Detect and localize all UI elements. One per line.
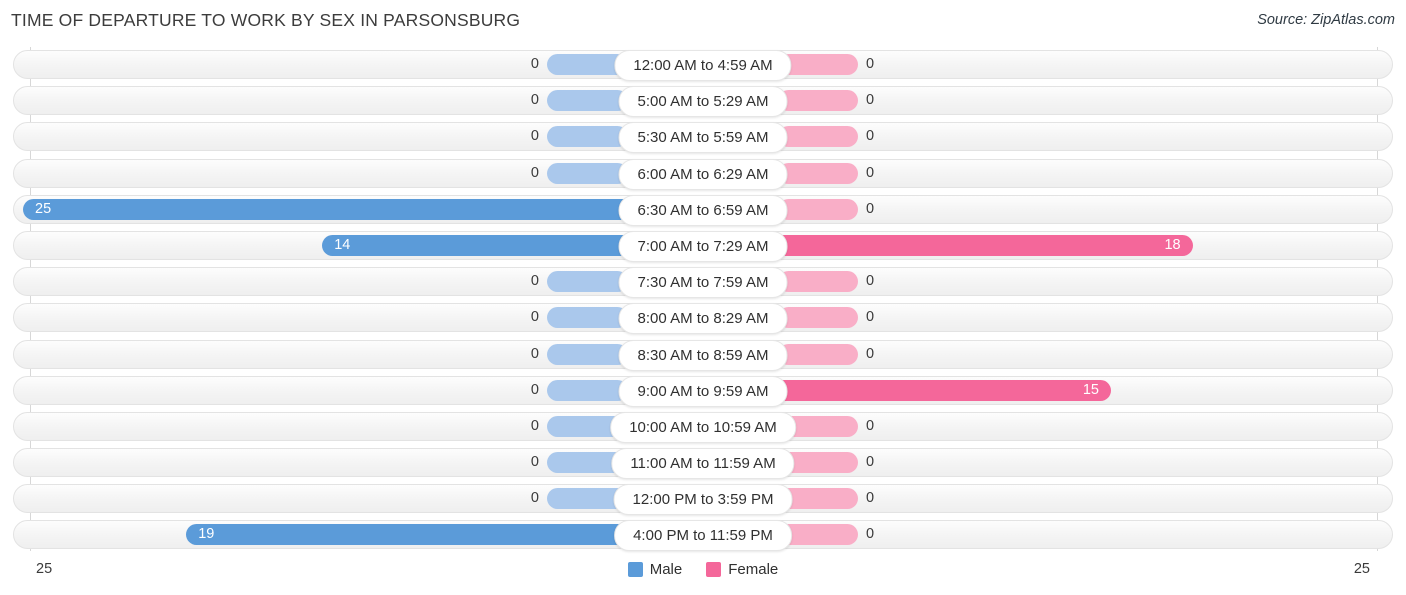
chart-row: 0 0 12:00 AM to 4:59 AM (0, 47, 1406, 83)
legend-item-male[interactable]: Male (627, 561, 683, 578)
bar-value-male: 0 (530, 381, 539, 398)
bar-male[interactable] (547, 343, 628, 365)
chart-row: 0 0 5:00 AM to 5:29 AM (0, 83, 1406, 119)
chart-row: 0 0 12:00 PM to 3:59 PM (0, 481, 1406, 517)
legend-label-male: Male (649, 561, 683, 578)
bar-male[interactable] (547, 90, 628, 112)
bar-value-female: 0 (866, 417, 875, 434)
bar-female[interactable] (778, 126, 858, 148)
bar-value-male: 0 (530, 128, 539, 145)
category-label: 9:00 AM to 9:59 AM (618, 375, 788, 407)
bar-male[interactable] (547, 379, 628, 401)
bar-female[interactable] (778, 271, 858, 293)
legend-label-female: Female (728, 561, 779, 578)
legend-item-female[interactable]: Female (706, 561, 778, 578)
bar-value-female: 0 (866, 454, 875, 471)
bar-value-female: 0 (866, 309, 875, 326)
bar-value-female: 0 (866, 273, 875, 290)
bar-value-male: 0 (530, 417, 539, 434)
category-label: 6:30 AM to 6:59 AM (618, 194, 788, 226)
category-label: 7:00 AM to 7:29 AM (618, 230, 788, 262)
category-label: 12:00 PM to 3:59 PM (613, 484, 793, 516)
bar-value-female: 15 (1082, 381, 1099, 398)
chart-header: TIME OF DEPARTURE TO WORK BY SEX IN PARS… (0, 0, 1406, 44)
bar-male[interactable] (547, 271, 628, 293)
bar-value-male: 0 (530, 92, 539, 109)
chart-row: 0 0 8:30 AM to 8:59 AM (0, 337, 1406, 373)
bar-value-female: 0 (866, 92, 875, 109)
legend-swatch-female-icon (706, 562, 722, 577)
chart-row: 25 0 6:30 AM to 6:59 AM (0, 192, 1406, 228)
bar-value-male: 0 (530, 345, 539, 362)
bar-value-female: 0 (866, 200, 875, 217)
category-label: 5:30 AM to 5:59 AM (618, 122, 788, 154)
bar-male[interactable] (23, 198, 703, 220)
chart-row: 0 0 6:00 AM to 6:29 AM (0, 156, 1406, 192)
legend-swatch-male-icon (627, 562, 643, 577)
bar-male[interactable] (547, 126, 628, 148)
bar-value-male: 25 (35, 200, 52, 217)
bar-value-male: 0 (530, 454, 539, 471)
bar-value-male: 19 (198, 526, 215, 543)
bar-male[interactable] (547, 162, 628, 184)
bar-value-male: 0 (530, 56, 539, 72)
chart-row: 14 18 7:00 AM to 7:29 AM (0, 228, 1406, 264)
bar-value-male: 14 (334, 236, 351, 253)
category-label: 8:30 AM to 8:59 AM (618, 339, 788, 371)
bar-value-male: 0 (530, 273, 539, 290)
category-label: 10:00 AM to 10:59 AM (610, 411, 796, 443)
chart-row: 0 15 9:00 AM to 9:59 AM (0, 373, 1406, 409)
bar-value-female: 0 (866, 56, 875, 72)
bar-value-male: 0 (530, 490, 539, 507)
bar-female[interactable] (778, 162, 858, 184)
category-label: 7:30 AM to 7:59 AM (618, 267, 788, 299)
bar-value-female: 18 (1164, 236, 1181, 253)
source-attribution: Source: ZipAtlas.com (1257, 12, 1395, 28)
category-label: 12:00 AM to 4:59 AM (614, 50, 792, 81)
bar-value-male: 0 (530, 309, 539, 326)
category-label: 8:00 AM to 8:29 AM (618, 303, 788, 335)
category-label: 6:00 AM to 6:29 AM (618, 158, 788, 190)
page-title: TIME OF DEPARTURE TO WORK BY SEX IN PARS… (11, 10, 521, 30)
bar-value-female: 0 (866, 128, 875, 145)
chart-rows: 0 0 12:00 AM to 4:59 AM 0 0 5:00 AM to 5:29 A… (0, 47, 1406, 554)
chart-row: 0 0 7:30 AM to 7:59 AM (0, 264, 1406, 300)
chart-row: 0 0 5:30 AM to 5:59 AM (0, 119, 1406, 155)
chart-row: 19 0 4:00 PM to 11:59 PM (0, 517, 1406, 553)
bar-male[interactable] (547, 307, 628, 329)
bar-value-female: 0 (866, 345, 875, 362)
chart-row: 0 0 10:00 AM to 10:59 AM (0, 409, 1406, 445)
category-label: 4:00 PM to 11:59 PM (614, 520, 792, 552)
bar-female[interactable] (778, 343, 858, 365)
bar-female[interactable] (778, 90, 858, 112)
bar-value-female: 0 (866, 490, 875, 507)
category-label: 11:00 AM to 11:59 AM (611, 448, 795, 480)
chart-legend: Male Female (0, 561, 1406, 578)
bar-value-male: 0 (530, 164, 539, 181)
bar-female[interactable] (778, 198, 858, 220)
chart-row: 0 0 8:00 AM to 8:29 AM (0, 300, 1406, 336)
chart-row: 0 0 11:00 AM to 11:59 AM (0, 445, 1406, 481)
category-label: 5:00 AM to 5:29 AM (618, 86, 788, 118)
bar-value-female: 0 (866, 526, 875, 543)
chart-plot-area: 0 0 12:00 AM to 4:59 AM 0 0 5:00 AM to 5:29 A… (0, 47, 1406, 554)
bar-value-female: 0 (866, 164, 875, 181)
chart-footer: 25 25 Male Female (0, 551, 1406, 595)
bar-female[interactable] (778, 307, 858, 329)
